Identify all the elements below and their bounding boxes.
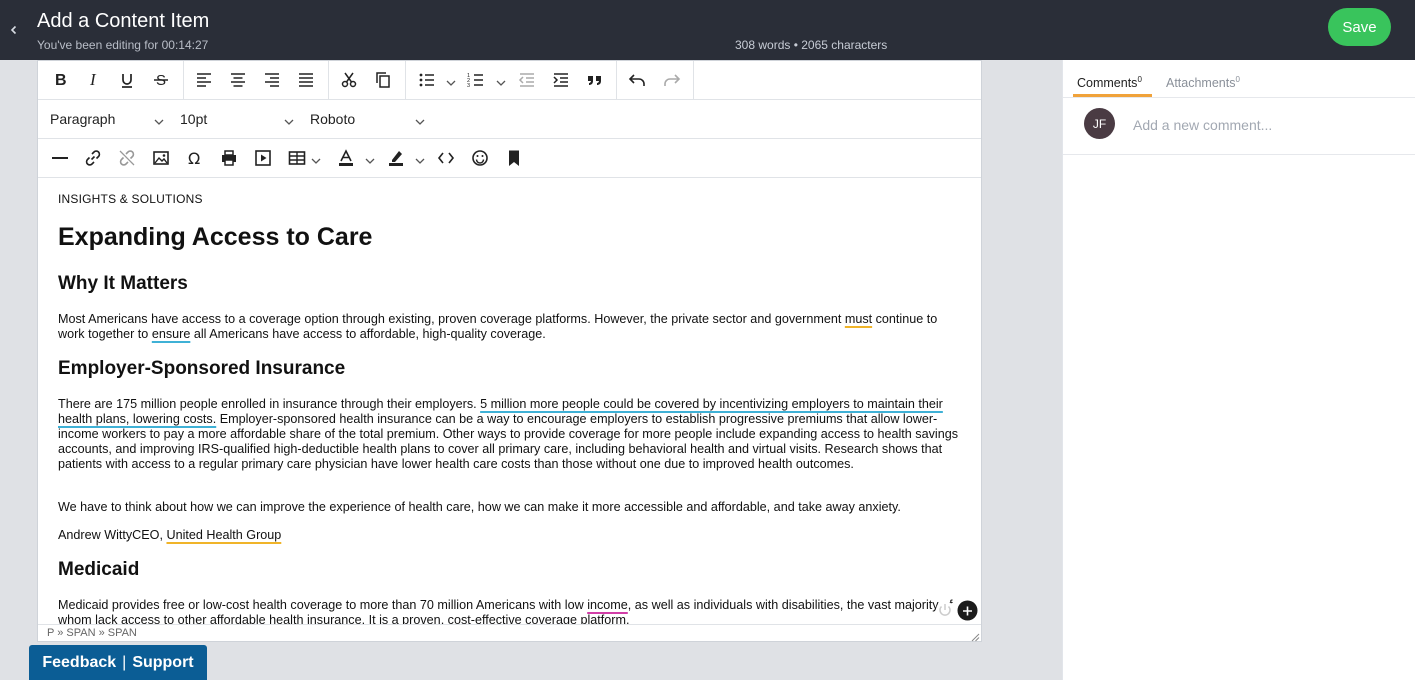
italic-icon[interactable]: I	[79, 67, 107, 93]
font-family-value: Roboto	[310, 111, 356, 127]
element-path-text: P » SPAN » SPAN	[47, 627, 137, 639]
copy-icon[interactable]	[369, 67, 397, 93]
chevron-down-icon[interactable]	[284, 114, 294, 125]
link-icon[interactable]	[79, 145, 107, 171]
highlight-color-icon[interactable]	[382, 145, 410, 171]
page-title: Add a Content Item	[37, 10, 210, 32]
spellcheck-flag[interactable]: United Health Group	[166, 528, 281, 542]
paragraph-attribution: Andrew WittyCEO, United Health Group	[58, 528, 282, 542]
table-icon[interactable]	[283, 145, 311, 171]
word-count: 308 words • 2065 characters	[735, 38, 888, 52]
font-family-select[interactable]: Roboto	[310, 100, 428, 138]
assistant-icon[interactable]	[957, 600, 978, 621]
horizontal-rule-icon[interactable]	[46, 145, 74, 171]
bookmark-icon[interactable]	[500, 145, 528, 171]
block-format-select[interactable]: Paragraph	[50, 100, 168, 138]
attachments-count: 0	[1235, 75, 1240, 84]
editing-timer: You've been editing for 00:14:27	[37, 38, 209, 52]
outdent-icon[interactable]	[513, 67, 541, 93]
bold-icon[interactable]: B	[46, 67, 74, 93]
print-icon[interactable]	[215, 145, 243, 171]
new-comment-row: JF	[1063, 98, 1415, 155]
top-bar: Add a Content Item You've been editing f…	[0, 0, 1415, 60]
indent-icon[interactable]	[547, 67, 575, 93]
paragraph-medicaid: Medicaid provides free or low-cost healt…	[58, 598, 953, 624]
align-center-icon[interactable]	[224, 67, 252, 93]
special-character-icon[interactable]: Ω	[181, 145, 209, 171]
feedback-separator: |	[122, 653, 127, 671]
cut-icon[interactable]	[335, 67, 363, 93]
toolbar-row-formatting: B I S 123	[38, 61, 981, 100]
toolbar-row-insert: Ω	[38, 139, 981, 178]
undo-icon[interactable]	[623, 67, 651, 93]
chevron-down-icon[interactable]	[154, 114, 164, 125]
save-button[interactable]: Save	[1328, 8, 1391, 46]
svg-text:Ω: Ω	[188, 149, 200, 167]
heading-medicaid: Medicaid	[58, 559, 140, 580]
editor-floating-controls	[935, 598, 980, 622]
tab-attachments[interactable]: Attachments0	[1166, 75, 1240, 90]
chevron-left-icon[interactable]	[9, 24, 23, 38]
font-size-select[interactable]: 10pt	[180, 100, 298, 138]
style-flag[interactable]: income	[587, 598, 628, 612]
editor-content[interactable]: INSIGHTS & SOLUTIONS Expanding Access to…	[38, 178, 981, 624]
align-left-icon[interactable]	[190, 67, 218, 93]
svg-text:B: B	[55, 72, 67, 89]
feedback-support-widget: Feedback | Support	[29, 645, 207, 680]
paragraph-quote: We have to think about how we can improv…	[58, 500, 901, 514]
paragraph-employer-sponsored: There are 175 million people enrolled in…	[58, 397, 959, 471]
tab-comments[interactable]: Comments0	[1077, 75, 1142, 90]
document-title: Expanding Access to Care	[58, 223, 373, 251]
font-size-value: 10pt	[180, 111, 208, 127]
power-icon[interactable]	[935, 600, 955, 620]
feedback-link[interactable]: Feedback	[42, 654, 116, 672]
resize-handle-icon[interactable]	[970, 631, 980, 642]
source-code-icon[interactable]	[432, 145, 460, 171]
chevron-down-icon[interactable]	[311, 153, 321, 164]
support-link[interactable]: Support	[132, 654, 193, 672]
unlink-icon[interactable]	[113, 145, 141, 171]
emoji-icon[interactable]	[466, 145, 494, 171]
avatar: JF	[1084, 108, 1115, 139]
redo-icon[interactable]	[658, 67, 686, 93]
media-icon[interactable]	[249, 145, 277, 171]
heading-employer-sponsored: Employer-Sponsored Insurance	[58, 358, 346, 379]
blockquote-icon[interactable]	[581, 67, 609, 93]
image-icon[interactable]	[147, 145, 175, 171]
paragraph-why-it-matters: Most Americans have access to a coverage…	[58, 312, 938, 341]
comments-panel: Comments0 Attachments0 JF	[1062, 60, 1415, 680]
rich-text-editor: B I S 123 Paragraph 10pt Roboto Ω INSIGH…	[37, 60, 982, 642]
block-format-value: Paragraph	[50, 111, 116, 127]
align-right-icon[interactable]	[258, 67, 286, 93]
underline-icon[interactable]	[113, 67, 141, 93]
comment-input[interactable]	[1133, 110, 1393, 140]
grammar-flag[interactable]: ensure	[152, 327, 191, 341]
align-justify-icon[interactable]	[292, 67, 320, 93]
comments-count: 0	[1137, 75, 1142, 84]
chevron-down-icon[interactable]	[365, 153, 375, 164]
chevron-down-icon[interactable]	[415, 114, 425, 125]
numbered-list-icon[interactable]: 123	[462, 67, 490, 93]
element-path: P » SPAN » SPAN	[38, 624, 981, 642]
document-kicker: INSIGHTS & SOLUTIONS	[58, 192, 203, 206]
svg-text:3: 3	[467, 83, 470, 89]
text-color-icon[interactable]	[332, 145, 360, 171]
spellcheck-flag[interactable]: must	[845, 312, 872, 326]
chevron-down-icon[interactable]	[446, 75, 456, 86]
chevron-down-icon[interactable]	[496, 75, 506, 86]
strikethrough-icon[interactable]: S	[147, 67, 175, 93]
svg-text:I: I	[89, 71, 97, 89]
toolbar-row-styles: Paragraph 10pt Roboto	[38, 100, 981, 139]
heading-why-it-matters: Why It Matters	[58, 273, 188, 294]
chevron-down-icon[interactable]	[415, 153, 425, 164]
bullet-list-icon[interactable]	[413, 67, 441, 93]
